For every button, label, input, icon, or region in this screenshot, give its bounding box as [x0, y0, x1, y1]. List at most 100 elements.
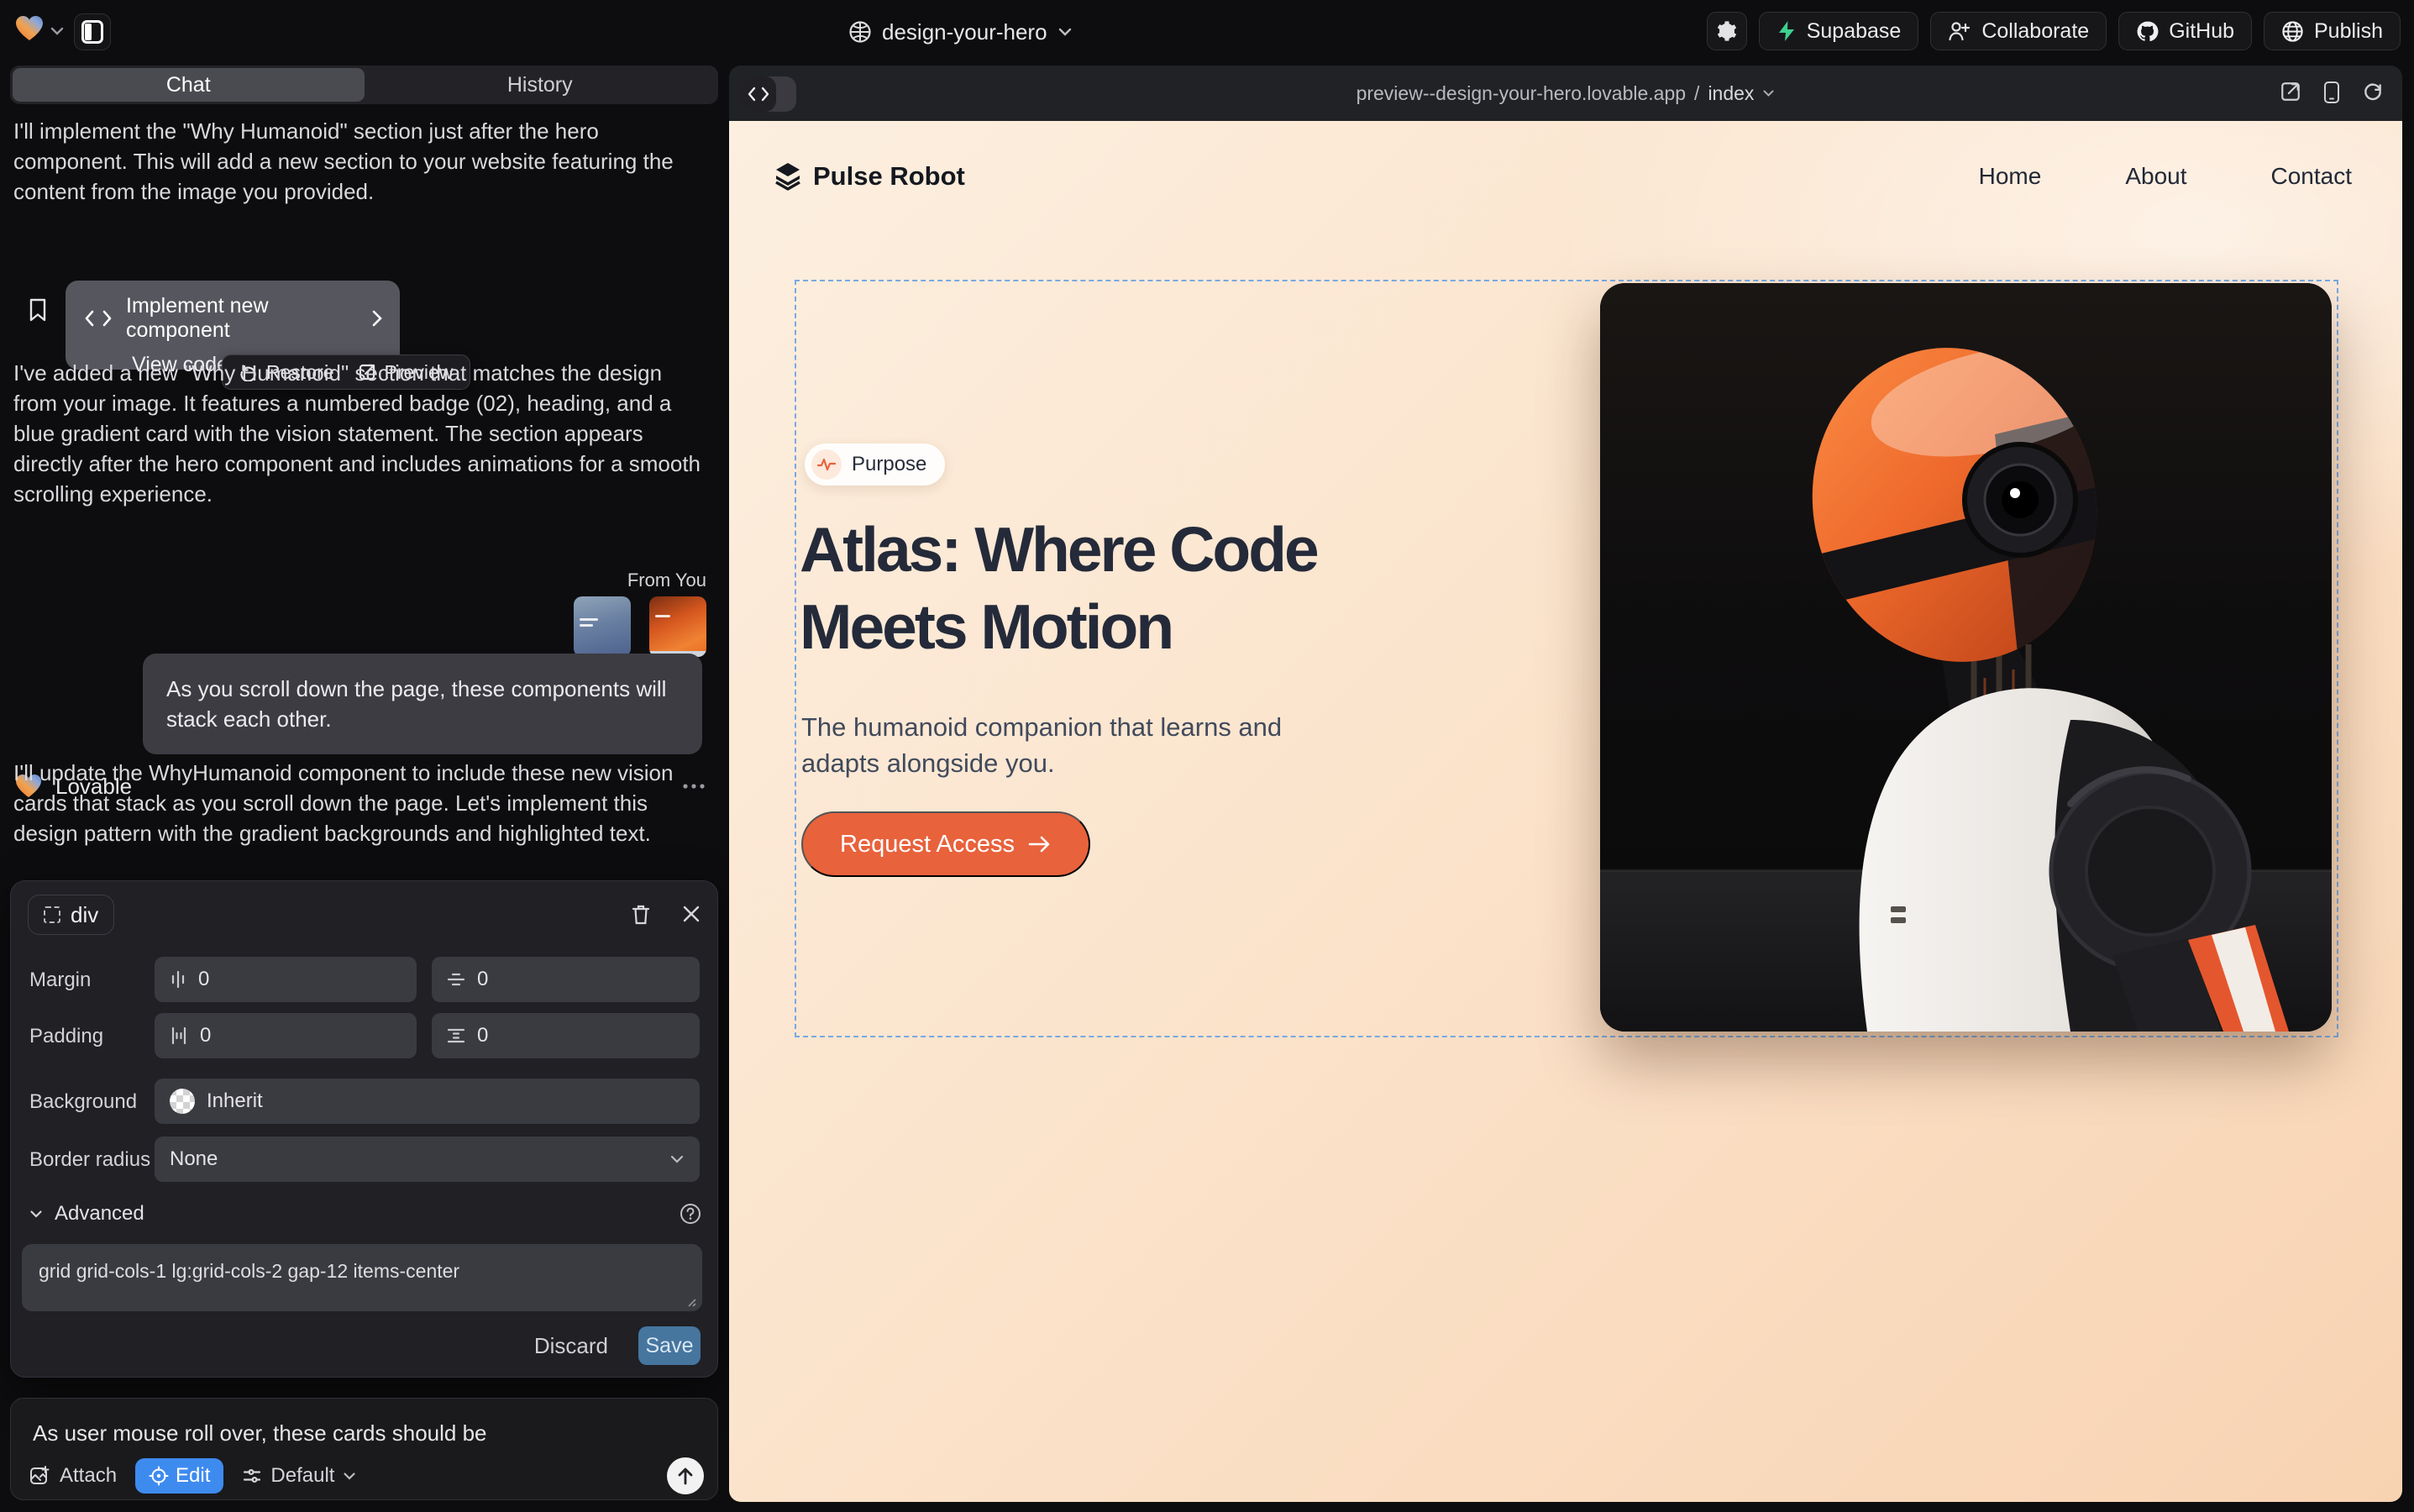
close-icon [681, 904, 701, 924]
open-in-new-tab-button[interactable] [2280, 81, 2301, 104]
hero-subheading: The humanoid companion that learns and a… [801, 709, 1364, 781]
url-host: preview--design-your-hero.lovable.app [1357, 82, 1686, 105]
preview-url[interactable]: preview--design-your-hero.lovable.app / … [729, 66, 2402, 121]
padding-horizontal-icon [170, 1026, 188, 1045]
tab-history[interactable]: History [365, 68, 716, 102]
publish-label: Publish [2314, 19, 2383, 44]
thumb-text-line [580, 624, 593, 627]
chat-panel: Chat History I'll implement the "Why Hum… [10, 66, 718, 1512]
background-input[interactable]: Inherit [155, 1079, 700, 1124]
assistant-message: I'll update the WhyHumanoid component to… [13, 758, 701, 848]
edit-mode-button[interactable]: Edit [135, 1458, 223, 1494]
workspace-chevron-down-icon[interactable] [49, 25, 66, 37]
delete-element-button[interactable] [631, 903, 651, 927]
padding-horizontal-input[interactable]: 0 [155, 1013, 417, 1058]
margin-label: Margin [29, 969, 91, 992]
margin-vertical-input[interactable]: 0 [432, 957, 700, 1002]
publish-globe-icon [2281, 20, 2304, 43]
border-radius-select[interactable]: None [155, 1137, 700, 1182]
nav-link-about[interactable]: About [2125, 163, 2186, 190]
discard-button[interactable]: Discard [534, 1333, 608, 1359]
margin-horizontal-icon [170, 970, 186, 989]
mobile-view-button[interactable] [2323, 81, 2340, 104]
website-preview: Pulse Robot Home About Contact Purpose A… [729, 121, 2402, 1502]
thumb-text-line [580, 618, 598, 621]
collaborate-button[interactable]: Collaborate [1930, 12, 2107, 50]
padding-vertical-value: 0 [477, 1024, 488, 1047]
topbar: design-your-hero Supabase Collaborate Gi… [0, 0, 2414, 66]
chat-composer[interactable]: As user mouse roll over, these cards sho… [10, 1398, 718, 1500]
publish-button[interactable]: Publish [2264, 12, 2401, 50]
hero-badge: Purpose [805, 444, 945, 486]
background-label: Background [29, 1090, 137, 1114]
user-message-bubble: As you scroll down the page, these compo… [143, 654, 702, 754]
chevron-down-icon [29, 1210, 43, 1219]
edit-label: Edit [176, 1464, 210, 1488]
supabase-label: Supabase [1807, 19, 1902, 44]
nav-link-home[interactable]: Home [1979, 163, 2042, 190]
settings-button[interactable] [1707, 12, 1747, 50]
lovable-logo-icon[interactable] [15, 15, 44, 42]
tab-chat[interactable]: Chat [13, 68, 365, 102]
gear-icon [1715, 19, 1739, 43]
composer-input[interactable]: As user mouse roll over, these cards sho… [33, 1420, 671, 1446]
mode-label: Default [270, 1464, 334, 1488]
collaborate-icon [1948, 20, 1971, 42]
refresh-icon [2362, 81, 2384, 102]
padding-vertical-input[interactable]: 0 [432, 1013, 700, 1058]
save-button[interactable]: Save [638, 1326, 701, 1365]
external-link-icon [2280, 81, 2301, 102]
preview-panel: preview--design-your-hero.lovable.app / … [729, 66, 2402, 1502]
assistant-message: I'll implement the "Why Humanoid" sectio… [13, 116, 701, 207]
margin-horizontal-value: 0 [198, 968, 209, 991]
sidebar-panel-icon [81, 20, 103, 44]
classes-textarea[interactable]: grid grid-cols-1 lg:grid-cols-2 gap-12 i… [22, 1244, 702, 1311]
chevron-down-icon [669, 1154, 685, 1164]
pulse-icon [811, 449, 842, 480]
margin-horizontal-input[interactable]: 0 [155, 957, 417, 1002]
project-selector[interactable]: design-your-hero [848, 13, 1073, 50]
bookmark-icon[interactable] [29, 298, 47, 322]
site-nav-links: Home About Contact [1979, 163, 2352, 190]
chat-tabs: Chat History [10, 66, 718, 104]
site-brand-label: Pulse Robot [813, 161, 965, 192]
chevron-down-icon [1762, 89, 1775, 97]
padding-label: Padding [29, 1025, 103, 1048]
attachment-thumbnail[interactable] [649, 596, 706, 657]
selected-element-tag: div [71, 902, 98, 928]
target-icon [149, 1466, 169, 1486]
mode-selector[interactable]: Default [242, 1464, 356, 1488]
request-access-button[interactable]: Request Access [801, 811, 1090, 877]
attachment-thumbnail[interactable] [574, 596, 631, 657]
resize-handle[interactable] [684, 1294, 697, 1308]
preview-chrome: preview--design-your-hero.lovable.app / … [729, 66, 2402, 121]
advanced-section-toggle[interactable]: Advanced [29, 1199, 701, 1229]
send-button[interactable] [667, 1457, 704, 1494]
layers-icon [774, 162, 801, 191]
nav-link-contact[interactable]: Contact [2271, 163, 2353, 190]
sidebar-toggle-button[interactable] [74, 13, 111, 50]
project-globe-icon [848, 20, 872, 44]
project-chevron-down-icon [1057, 27, 1073, 37]
chevron-right-icon [371, 309, 383, 328]
attach-label: Attach [60, 1464, 117, 1488]
attach-image-icon [29, 1465, 51, 1487]
composer-toolbar: Attach Edit Default [29, 1457, 704, 1494]
site-brand[interactable]: Pulse Robot [774, 161, 965, 192]
help-icon[interactable] [680, 1203, 701, 1225]
arrow-right-icon [1028, 835, 1052, 853]
thumb-text-line [655, 615, 670, 617]
component-card-title: Implement new component [126, 294, 358, 343]
attach-button[interactable]: Attach [29, 1464, 117, 1488]
site-navbar: Pulse Robot Home About Contact [774, 158, 2352, 195]
selected-element-chip[interactable]: div [28, 895, 114, 935]
close-inspector-button[interactable] [681, 904, 701, 924]
refresh-button[interactable] [2362, 81, 2384, 104]
github-icon [2136, 20, 2159, 43]
supabase-icon [1776, 20, 1797, 42]
supabase-button[interactable]: Supabase [1759, 12, 1919, 50]
sliders-icon [242, 1467, 262, 1485]
github-button[interactable]: GitHub [2118, 12, 2252, 50]
transparency-swatch-icon [170, 1089, 195, 1114]
hero-badge-label: Purpose [852, 453, 926, 476]
